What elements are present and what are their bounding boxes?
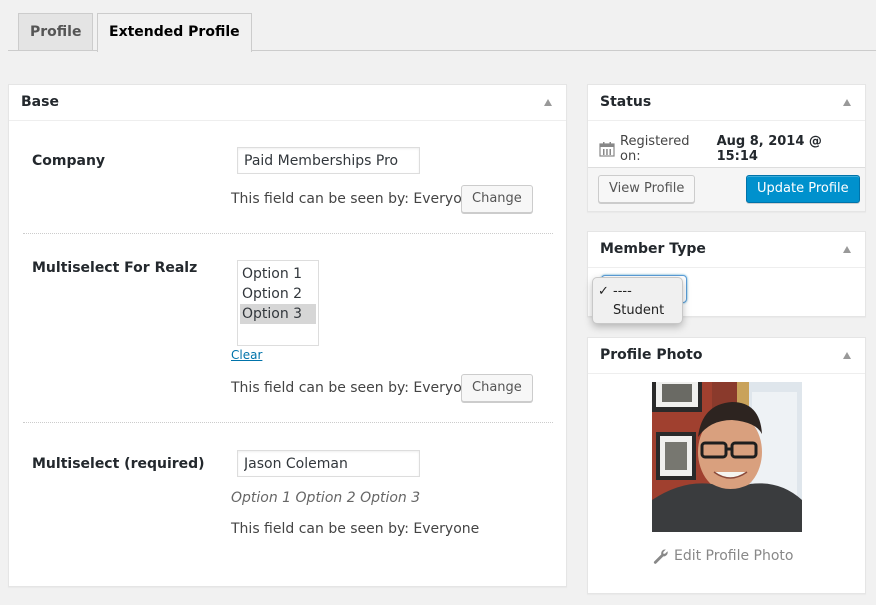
base-title: Base [21,94,59,110]
registered-label: Registered on: [620,134,690,164]
clear-selection-link[interactable]: Clear [231,348,262,362]
view-profile-button[interactable]: View Profile [598,175,696,203]
profile-photo-image [652,382,802,532]
company-visibility-text: This field can be seen by: Everyone [231,191,480,207]
collapse-arrow-icon[interactable] [544,99,552,106]
multiselect-required-label: Multiselect (required) [32,456,205,472]
member-type-dropdown-menu: ✓ ---- Student [592,277,683,324]
base-postbox: Base Company This field can be seen by: … [8,84,567,587]
tab-extended-profile[interactable]: Extended Profile [97,13,252,52]
edit-profile-photo-link[interactable]: Edit Profile Photo [653,548,793,564]
collapse-arrow-icon[interactable] [843,246,851,253]
multiselect-option[interactable]: Option 1 [240,264,316,284]
tab-profile[interactable]: Profile [18,13,94,50]
profile-photo-postbox-header[interactable]: Profile Photo [588,338,865,374]
multiselect-required-visibility-text: This field can be seen by: Everyone [231,521,480,537]
collapse-arrow-icon[interactable] [843,99,851,106]
multiselect-realz-label: Multiselect For Realz [32,260,198,276]
member-type-postbox: Member Type ✓ ---- Student [587,231,866,324]
company-change-visibility-button[interactable]: Change [461,185,533,213]
multiselect-realz-listbox[interactable]: Option 1 Option 2 Option 3 [237,260,319,346]
multiselect-required-input[interactable] [237,450,420,477]
status-postbox-header[interactable]: Status [588,85,865,121]
registered-on: Registered on: Aug 8, 2014 @ 15:14 [599,134,865,164]
base-postbox-header[interactable]: Base [9,85,566,121]
company-label: Company [32,153,106,169]
member-type-postbox-header[interactable]: Member Type [588,232,865,268]
multiselect-realz-visibility-text: This field can be seen by: Everyone [231,380,480,396]
member-type-title: Member Type [600,241,706,257]
multiselect-option-selected[interactable]: Option 3 [240,304,316,324]
checkmark-icon: ✓ [598,284,609,299]
wrench-icon [653,548,669,564]
multiselect-realz-change-visibility-button[interactable]: Change [461,374,533,402]
profile-tabs: Profile Extended Profile [8,13,876,52]
update-profile-button[interactable]: Update Profile [746,175,860,203]
collapse-arrow-icon[interactable] [843,352,851,359]
multiselect-option[interactable]: Option 2 [240,284,316,304]
multiselect-required-description: Option 1 Option 2 Option 3 [231,490,421,506]
member-type-option-student[interactable]: Student [593,301,682,320]
registered-date: Aug 8, 2014 @ 15:14 [716,134,822,164]
status-title: Status [600,94,652,110]
profile-photo-postbox: Profile Photo Edit Profile Photo [587,337,866,594]
member-type-option-none[interactable]: ✓ ---- [593,282,682,301]
company-input[interactable] [237,147,420,174]
field-separator [23,422,553,423]
calendar-icon [599,141,615,157]
field-separator [23,233,553,234]
profile-photo-title: Profile Photo [600,347,703,363]
status-postbox: Status Registered on: Aug 8, 2014 @ 15:1… [587,84,866,212]
status-actions: View Profile Update Profile [588,167,865,211]
